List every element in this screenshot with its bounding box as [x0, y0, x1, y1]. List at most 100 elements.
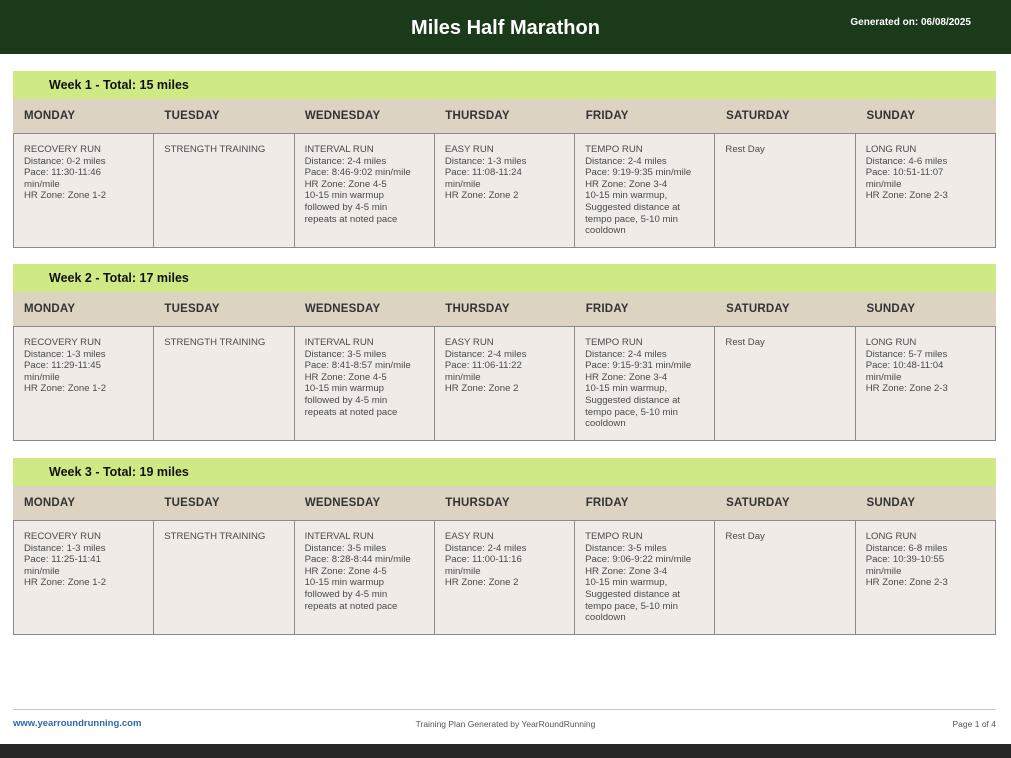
- workout-detail: 10-15 min warmup,: [585, 190, 668, 202]
- workout-detail: Pace: 11:29-11:45: [24, 360, 101, 372]
- week-section: Week 3 - Total: 19 miles MONDAY TUESDAY WED…: [13, 458, 996, 635]
- day-header: FRIDAY: [585, 110, 629, 122]
- workout-detail: Pace: 10:48-11:04: [865, 360, 944, 372]
- workout-detail: Distance: 4-6 miles: [865, 155, 948, 167]
- workout-detail: HR Zone: Zone 2-3: [865, 383, 948, 395]
- workout-detail: Pace: 11:00-11:16: [444, 554, 522, 566]
- workout-detail: 10-15 min warmup,: [585, 577, 668, 589]
- workout-cell: TEMPO RUN Distance: 2-4 miles Pace: 9:15-9…: [575, 327, 716, 440]
- workout-detail: min/mile: [865, 178, 902, 190]
- day-header: TUESDAY: [164, 497, 220, 509]
- workout-detail: min/mile: [865, 565, 902, 577]
- footer-divider: [13, 709, 996, 710]
- workout-detail: HR Zone: Zone 2: [444, 383, 519, 395]
- workout-detail: Pace: 9:15-9:31 min/mile: [585, 360, 692, 372]
- day-header: MONDAY: [24, 110, 76, 122]
- day-header: WEDNESDAY: [304, 303, 381, 315]
- workout-detail: HR Zone: Zone 4-5: [304, 565, 387, 577]
- workout-detail: Pace: 11:08-11:24: [444, 167, 522, 179]
- day-header: FRIDAY: [585, 303, 629, 315]
- day-header: WEDNESDAY: [304, 110, 381, 122]
- day-header: SATURDAY: [726, 110, 790, 122]
- workout-type: INTERVAL RUN: [304, 531, 374, 542]
- workout-detail: min/mile: [24, 178, 60, 190]
- workout-detail: Pace: 9:06-9:22 min/mile: [585, 554, 692, 566]
- workout-detail: HR Zone: Zone 3-4: [585, 565, 668, 577]
- workout-detail: Pace: 8:41-8:57 min/mile: [304, 360, 411, 372]
- workout-cell: TEMPO RUN Distance: 2-4 miles Pace: 9:19-9…: [575, 134, 716, 247]
- workout-detail: HR Zone: Zone 3-4: [585, 178, 668, 190]
- workout-detail: repeats at noted pace: [304, 600, 398, 612]
- workout-type: TEMPO RUN: [585, 144, 643, 155]
- week-title: Week 2 - Total: 17 miles: [13, 264, 996, 292]
- workout-detail: Pace: 11:25-11:41: [24, 554, 101, 566]
- workout-detail: followed by 4-5 min: [304, 394, 388, 406]
- day-header-row: MONDAY TUESDAY WEDNESDAY THURSDAY FRIDAY SATU…: [13, 99, 996, 133]
- workout-type: Rest Day: [725, 531, 765, 542]
- week-section: Week 2 - Total: 17 miles MONDAY TUESDAY WED…: [13, 264, 996, 441]
- workout-detail: Pace: 8:28-8:44 min/mile: [304, 554, 411, 566]
- workout-cell: TEMPO RUN Distance: 3-5 miles Pace: 9:06-9…: [575, 521, 716, 634]
- workout-type: LONG RUN: [865, 337, 917, 348]
- workout-detail: tempo pace, 5-10 min: [585, 600, 678, 612]
- workout-detail: HR Zone: Zone 2: [444, 577, 519, 589]
- workout-detail: min/mile: [444, 178, 481, 190]
- workout-detail: Distance: 5-7 miles: [865, 348, 948, 360]
- generated-date: Generated on: 06/08/2025: [850, 17, 971, 28]
- workout-type: LONG RUN: [865, 144, 917, 155]
- workout-cell: RECOVERY RUN Distance: 1-3 miles Pace: 11:…: [14, 521, 155, 634]
- workout-detail: HR Zone: Zone 4-5: [304, 371, 387, 383]
- workout-detail: repeats at noted pace: [304, 406, 398, 418]
- workout-detail: Distance: 2-4 miles: [444, 542, 527, 554]
- workout-type: STRENGTH TRAINING: [164, 144, 266, 155]
- workout-detail: tempo pace, 5-10 min: [585, 406, 678, 418]
- day-header: THURSDAY: [445, 303, 510, 315]
- week-title: Week 3 - Total: 19 miles: [13, 458, 996, 486]
- workout-cell: Rest Day: [715, 327, 856, 440]
- workout-detail: Distance: 1-3 miles: [24, 348, 106, 360]
- workout-cell: RECOVERY RUN Distance: 0-2 miles Pace: 11:…: [14, 134, 155, 247]
- workout-detail: Distance: 3-5 miles: [585, 542, 667, 554]
- workout-detail: Pace: 8:46-9:02 min/mile: [304, 167, 411, 179]
- workout-cell: Rest Day: [715, 521, 856, 634]
- day-header: TUESDAY: [164, 303, 220, 315]
- workout-detail: Distance: 2-4 miles: [444, 348, 527, 360]
- workout-type: Rest Day: [725, 337, 765, 348]
- day-header: SATURDAY: [726, 303, 790, 315]
- workout-detail: Distance: 2-4 miles: [585, 155, 667, 167]
- day-header: SUNDAY: [866, 303, 916, 315]
- workout-detail: followed by 4-5 min: [304, 588, 388, 600]
- day-header: THURSDAY: [445, 497, 510, 509]
- workout-type: RECOVERY RUN: [24, 531, 101, 542]
- workout-detail: HR Zone: Zone 4-5: [304, 178, 387, 190]
- workout-detail: Distance: 3-5 miles: [304, 542, 387, 554]
- week-title: Week 1 - Total: 15 miles: [13, 71, 996, 99]
- day-header-row: MONDAY TUESDAY WEDNESDAY THURSDAY FRIDAY SATU…: [13, 486, 996, 520]
- workout-row: RECOVERY RUN Distance: 1-3 miles Pace: 11:…: [13, 326, 996, 441]
- workout-detail: Distance: 2-4 miles: [585, 348, 667, 360]
- day-header: MONDAY: [24, 497, 76, 509]
- week-section: Week 1 - Total: 15 miles MONDAY TUESDAY WED…: [13, 71, 996, 248]
- day-header: FRIDAY: [585, 497, 629, 509]
- workout-type: LONG RUN: [865, 531, 917, 542]
- workout-detail: HR Zone: Zone 1-2: [24, 577, 107, 589]
- workout-cell: STRENGTH TRAINING: [154, 327, 295, 440]
- workout-detail: Pace: 9:19-9:35 min/mile: [585, 167, 692, 179]
- workout-cell: INTERVAL RUN Distance: 3-5 miles Pace: 8:2…: [295, 521, 435, 634]
- workout-detail: followed by 4-5 min: [304, 201, 388, 213]
- workout-detail: Pace: 11:30-11:46: [24, 167, 101, 179]
- footer-credit: Training Plan Generated by YearRoundRunn…: [415, 719, 596, 729]
- day-header: SATURDAY: [726, 497, 790, 509]
- workout-cell: STRENGTH TRAINING: [154, 134, 295, 247]
- workout-cell: INTERVAL RUN Distance: 3-5 miles Pace: 8:4…: [295, 327, 435, 440]
- day-header: THURSDAY: [445, 110, 510, 122]
- day-header: TUESDAY: [164, 110, 220, 122]
- workout-detail: HR Zone: Zone 1-2: [24, 190, 107, 202]
- workout-cell: STRENGTH TRAINING: [154, 521, 295, 634]
- workout-detail: HR Zone: Zone 2: [444, 190, 519, 202]
- workout-type: TEMPO RUN: [585, 531, 643, 542]
- workout-type: INTERVAL RUN: [304, 144, 374, 155]
- workout-detail: Suggested distance at: [585, 394, 681, 406]
- workout-detail: min/mile: [865, 371, 902, 383]
- workout-type: STRENGTH TRAINING: [164, 531, 266, 542]
